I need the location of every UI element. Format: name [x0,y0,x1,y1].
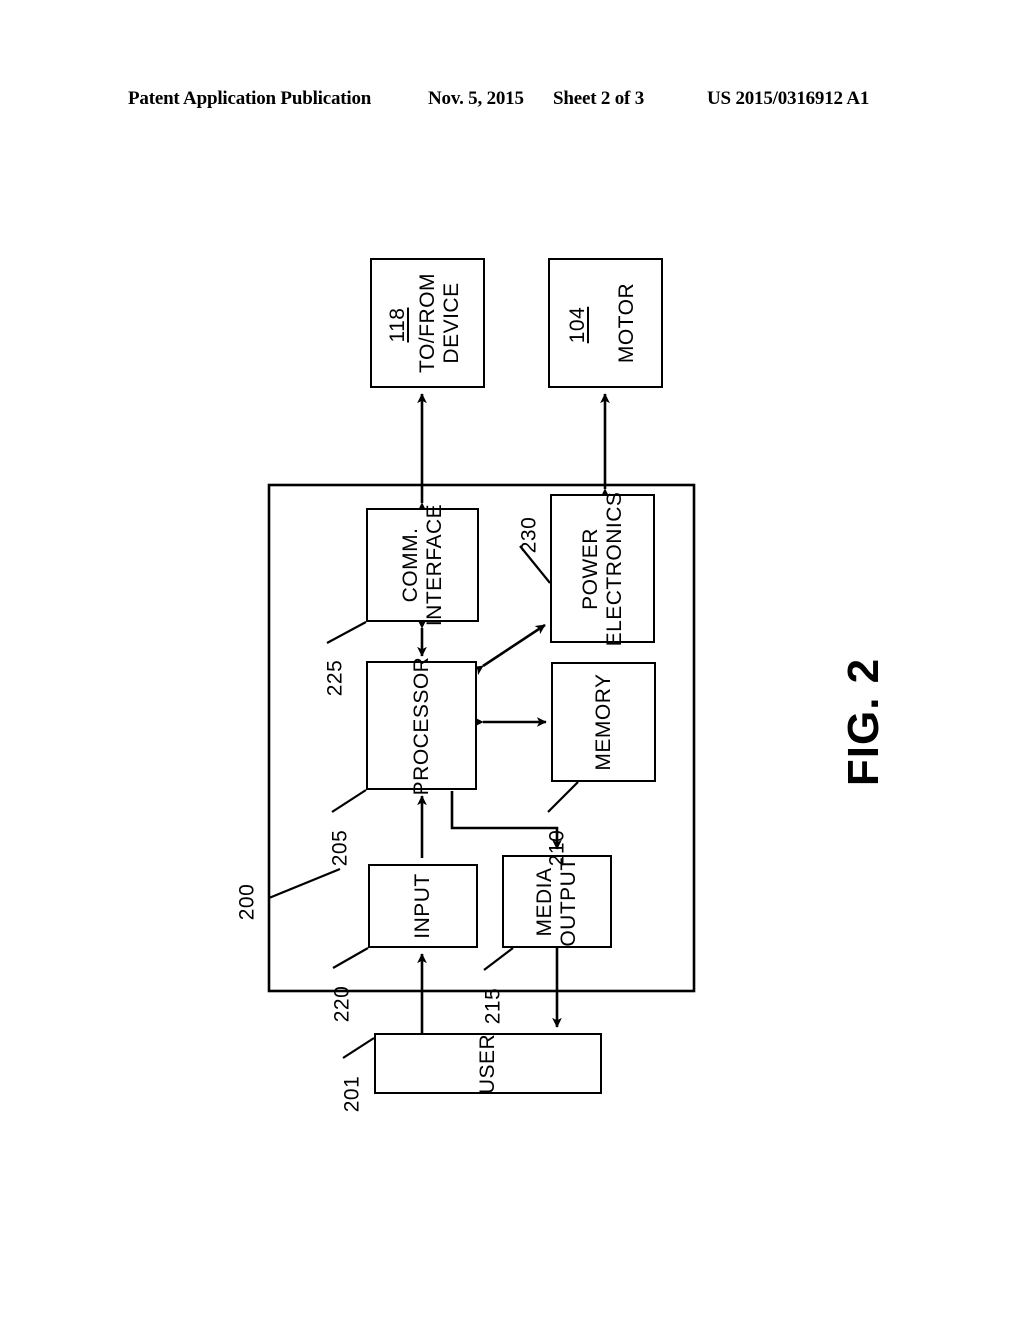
label-line-power: POWER [578,527,602,610]
ref-numeral-220: 220 [330,985,354,1023]
leader-line-200 [268,867,341,900]
arrow-processor-power-electronics [472,623,546,676]
figure-2-block-diagram: 118 TO/FROM DEVICE 104 MOTOR COMM. INTER… [0,0,1024,1320]
block-label-to-from-device: TO/FROM DEVICE [416,273,464,373]
label-line-media: MEDIA [533,866,557,937]
leader-line-225 [326,621,367,644]
block-label-memory: MEMORY [591,673,615,771]
figure-caption: FIG. 2 [839,657,889,787]
label-line-to-from: TO/FROM [416,273,440,373]
block-label-comm-interface: COMM. INTERFACE [399,504,447,626]
leader-line-210 [547,781,579,813]
arrow-processor-media-output [450,791,562,850]
block-media-output: MEDIA OUTPUT [502,855,612,948]
leader-line-215 [483,947,514,971]
block-label-input: INPUT [411,873,435,939]
ref-numeral-215: 215 [481,987,505,1025]
ref-numeral-230: 230 [517,516,541,554]
block-processor: PROCESSOR [366,656,477,795]
ref-numeral-104: 104 [566,306,589,344]
label-line-comm: COMM. [398,527,422,603]
label-line-output: OUTPUT [557,856,580,947]
block-label-motor: MOTOR [615,282,639,364]
block-to-from-device: 118 TO/FROM DEVICE [370,258,485,388]
leader-line-201 [342,1037,375,1059]
block-label-media-output: MEDIA OUTPUT [533,857,581,946]
ref-numeral-200: 200 [235,883,259,921]
block-user: USER [374,1033,602,1094]
label-line-interface: INTERFACE [422,503,446,627]
block-power-electronics: POWER ELECTRONICS [550,491,655,646]
label-line-device: DEVICE [440,282,463,364]
block-memory: MEMORY [551,662,656,782]
block-motor: 104 MOTOR [548,258,663,388]
ref-numeral-210: 210 [545,829,569,867]
block-input: INPUT [368,864,478,948]
block-label-processor: PROCESSOR [409,656,433,795]
ref-numeral-205: 205 [328,829,352,867]
label-line-electronics: ELECTRONICS [602,491,626,646]
leader-line-220 [332,947,369,969]
ref-numeral-225: 225 [323,659,347,697]
block-comm-interface: COMM. INTERFACE [366,504,479,626]
block-label-user: USER [476,1033,500,1094]
leader-line-205 [331,789,367,813]
block-label-power-electronics: POWER ELECTRONICS [579,491,627,646]
ref-numeral-201: 201 [340,1075,364,1113]
ref-numeral-118: 118 [386,307,409,343]
